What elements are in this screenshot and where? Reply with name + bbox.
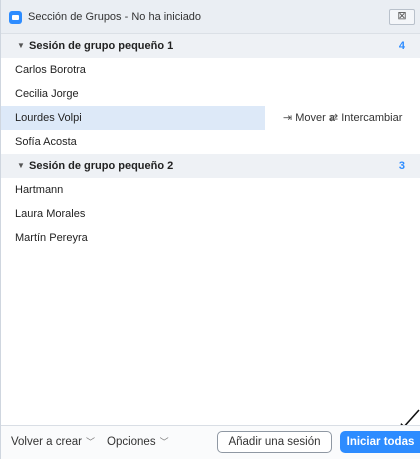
- participant-row-selected[interactable]: Lourdes Volpi ⇥ Mover a ⇄ Intercambiar: [1, 106, 420, 130]
- participant-row[interactable]: Sofía Acosta: [1, 130, 420, 154]
- participant-row[interactable]: Hartmann: [1, 178, 420, 202]
- recreate-label: Volver a crear: [11, 436, 82, 448]
- swap-icon: ⇄: [329, 112, 339, 124]
- participant-name: Lourdes Volpi: [15, 112, 82, 124]
- group-name: Sesión de grupo pequeño 2: [29, 160, 174, 172]
- swap-button[interactable]: ⇄ Intercambiar: [329, 106, 402, 130]
- move-to-icon: ⇥: [283, 112, 293, 124]
- collapse-caret-icon[interactable]: ▼: [17, 154, 25, 178]
- breakout-room-list: ▼ Sesión de grupo pequeño 1 4 Carlos Bor…: [1, 34, 420, 250]
- options-label: Opciones: [107, 436, 156, 448]
- participant-name: Sofía Acosta: [15, 136, 77, 148]
- participant-row[interactable]: Martín Pereyra: [1, 226, 420, 250]
- participant-name: Carlos Borotra: [15, 64, 86, 76]
- options-dropdown[interactable]: Opciones ﹀: [107, 435, 169, 448]
- participant-row[interactable]: Carlos Borotra: [1, 58, 420, 82]
- participant-name: Hartmann: [15, 184, 64, 196]
- group-header-2[interactable]: ▼ Sesión de grupo pequeño 2 3: [1, 154, 420, 178]
- zoom-app-icon: [9, 11, 22, 24]
- swap-label: Intercambiar: [341, 112, 403, 124]
- group-participant-count: 3: [398, 160, 405, 172]
- chevron-down-icon: ﹀: [85, 437, 95, 447]
- participant-name: Martín Pereyra: [15, 232, 88, 244]
- group-participant-count: 4: [398, 40, 405, 52]
- footer-bar: Volver a crear ﹀ Opciones ﹀ Añadir una ses…: [1, 425, 420, 459]
- recreate-dropdown[interactable]: Volver a crear ﹀: [11, 435, 95, 448]
- group-name: Sesión de grupo pequeño 1: [29, 40, 174, 52]
- participant-name: Laura Morales: [15, 208, 86, 220]
- chevron-down-icon: ﹀: [159, 437, 169, 447]
- breakout-rooms-window: Sección de Grupos - No ha iniciado ⊠ ▼ S…: [0, 0, 420, 459]
- title-bar: Sección de Grupos - No ha iniciado ⊠: [1, 0, 420, 34]
- group-header-1[interactable]: ▼ Sesión de grupo pequeño 1 4: [1, 34, 420, 58]
- window-title: Sección de Grupos - No ha iniciado: [28, 11, 202, 23]
- participant-row[interactable]: Cecilia Jorge: [1, 82, 420, 106]
- start-all-button[interactable]: Iniciar todas: [340, 431, 420, 453]
- participant-name: Cecilia Jorge: [15, 88, 79, 100]
- collapse-caret-icon[interactable]: ▼: [17, 34, 25, 58]
- add-session-button[interactable]: Añadir una sesión: [217, 431, 332, 453]
- move-to-button[interactable]: ⇥ Mover a: [283, 106, 335, 130]
- close-button[interactable]: ⊠: [389, 9, 415, 25]
- participant-row[interactable]: Laura Morales: [1, 202, 420, 226]
